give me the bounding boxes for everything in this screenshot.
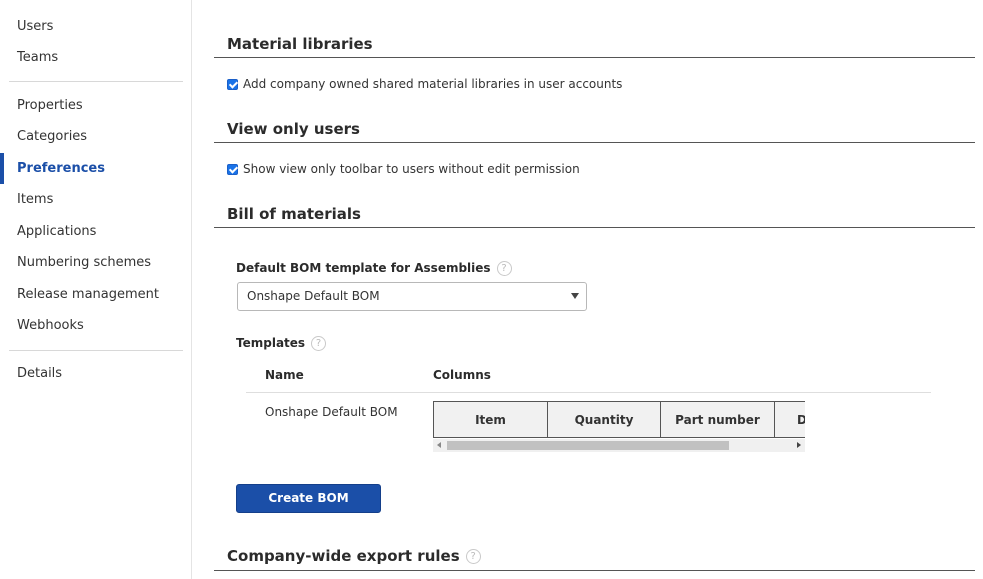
default-bom-template-label-text: Default BOM template for Assemblies: [236, 261, 491, 275]
scrollbar-thumb[interactable]: [447, 441, 729, 450]
sidebar-divider: [9, 81, 183, 82]
sidebar-item-users[interactable]: Users: [17, 17, 53, 37]
template-columns-preview[interactable]: Item Quantity Part number D: [433, 401, 805, 453]
section-divider: [214, 570, 975, 571]
export-rules-heading: Company-wide export rules ?: [227, 545, 481, 567]
bill-of-materials-heading: Bill of materials: [227, 205, 361, 223]
templates-label-text: Templates: [236, 336, 306, 350]
help-icon[interactable]: ?: [465, 548, 481, 564]
default-bom-template-label: Default BOM template for Assemblies ?: [236, 259, 512, 277]
column-header-part-number: Part number: [660, 401, 775, 438]
material-libraries-option: Add company owned shared material librar…: [227, 75, 622, 93]
export-rules-heading-text: Company-wide export rules: [227, 547, 460, 565]
sidebar-item-numbering-schemes[interactable]: Numbering schemes: [17, 253, 151, 273]
column-header-description: D: [774, 401, 805, 438]
column-header-item: Item: [433, 401, 548, 438]
template-row-name[interactable]: Onshape Default BOM: [265, 403, 398, 421]
sidebar-item-categories[interactable]: Categories: [17, 127, 87, 147]
scroll-left-icon[interactable]: [437, 442, 441, 448]
default-bom-template-select[interactable]: Onshape Default BOM: [237, 282, 587, 311]
chevron-down-icon: [571, 293, 579, 299]
help-icon[interactable]: ?: [311, 335, 327, 351]
sidebar-item-webhooks[interactable]: Webhooks: [17, 316, 84, 336]
sidebar-item-preferences[interactable]: Preferences: [17, 159, 105, 179]
settings-sidebar: Users Teams Properties Categories Prefer…: [0, 0, 192, 579]
create-bom-template-button[interactable]: Create BOM template...: [236, 484, 381, 532]
help-icon[interactable]: ?: [496, 260, 512, 276]
horizontal-scrollbar[interactable]: [433, 439, 805, 452]
section-divider: [214, 57, 975, 58]
material-libraries-checkbox[interactable]: [227, 78, 238, 90]
scroll-right-icon[interactable]: [797, 442, 801, 448]
preferences-panel: Material libraries Add company owned sha…: [193, 0, 983, 579]
active-indicator: [0, 153, 4, 184]
sidebar-item-applications[interactable]: Applications: [17, 222, 96, 242]
sidebar-item-teams[interactable]: Teams: [17, 48, 58, 68]
view-only-toolbar-option: Show view only toolbar to users without …: [227, 160, 580, 178]
sidebar-item-details[interactable]: Details: [17, 364, 62, 384]
sidebar-divider: [9, 350, 183, 351]
templates-label: Templates ?: [236, 334, 327, 352]
column-header-quantity: Quantity: [547, 401, 661, 438]
view-only-toolbar-checkbox[interactable]: [227, 163, 238, 175]
section-divider: [214, 227, 975, 228]
material-libraries-heading: Material libraries: [227, 35, 373, 53]
material-libraries-checkbox-label: Add company owned shared material librar…: [243, 77, 623, 91]
sidebar-item-properties[interactable]: Properties: [17, 96, 83, 116]
table-header-name: Name: [265, 368, 304, 382]
table-header-columns: Columns: [433, 368, 491, 382]
sidebar-item-items[interactable]: Items: [17, 190, 53, 210]
view-only-toolbar-checkbox-label: Show view only toolbar to users without …: [243, 162, 580, 176]
view-only-users-heading: View only users: [227, 120, 360, 138]
sidebar-item-release-management[interactable]: Release management: [17, 285, 159, 305]
table-divider: [246, 392, 931, 393]
section-divider: [214, 142, 975, 143]
default-bom-template-value: Onshape Default BOM: [247, 289, 380, 303]
